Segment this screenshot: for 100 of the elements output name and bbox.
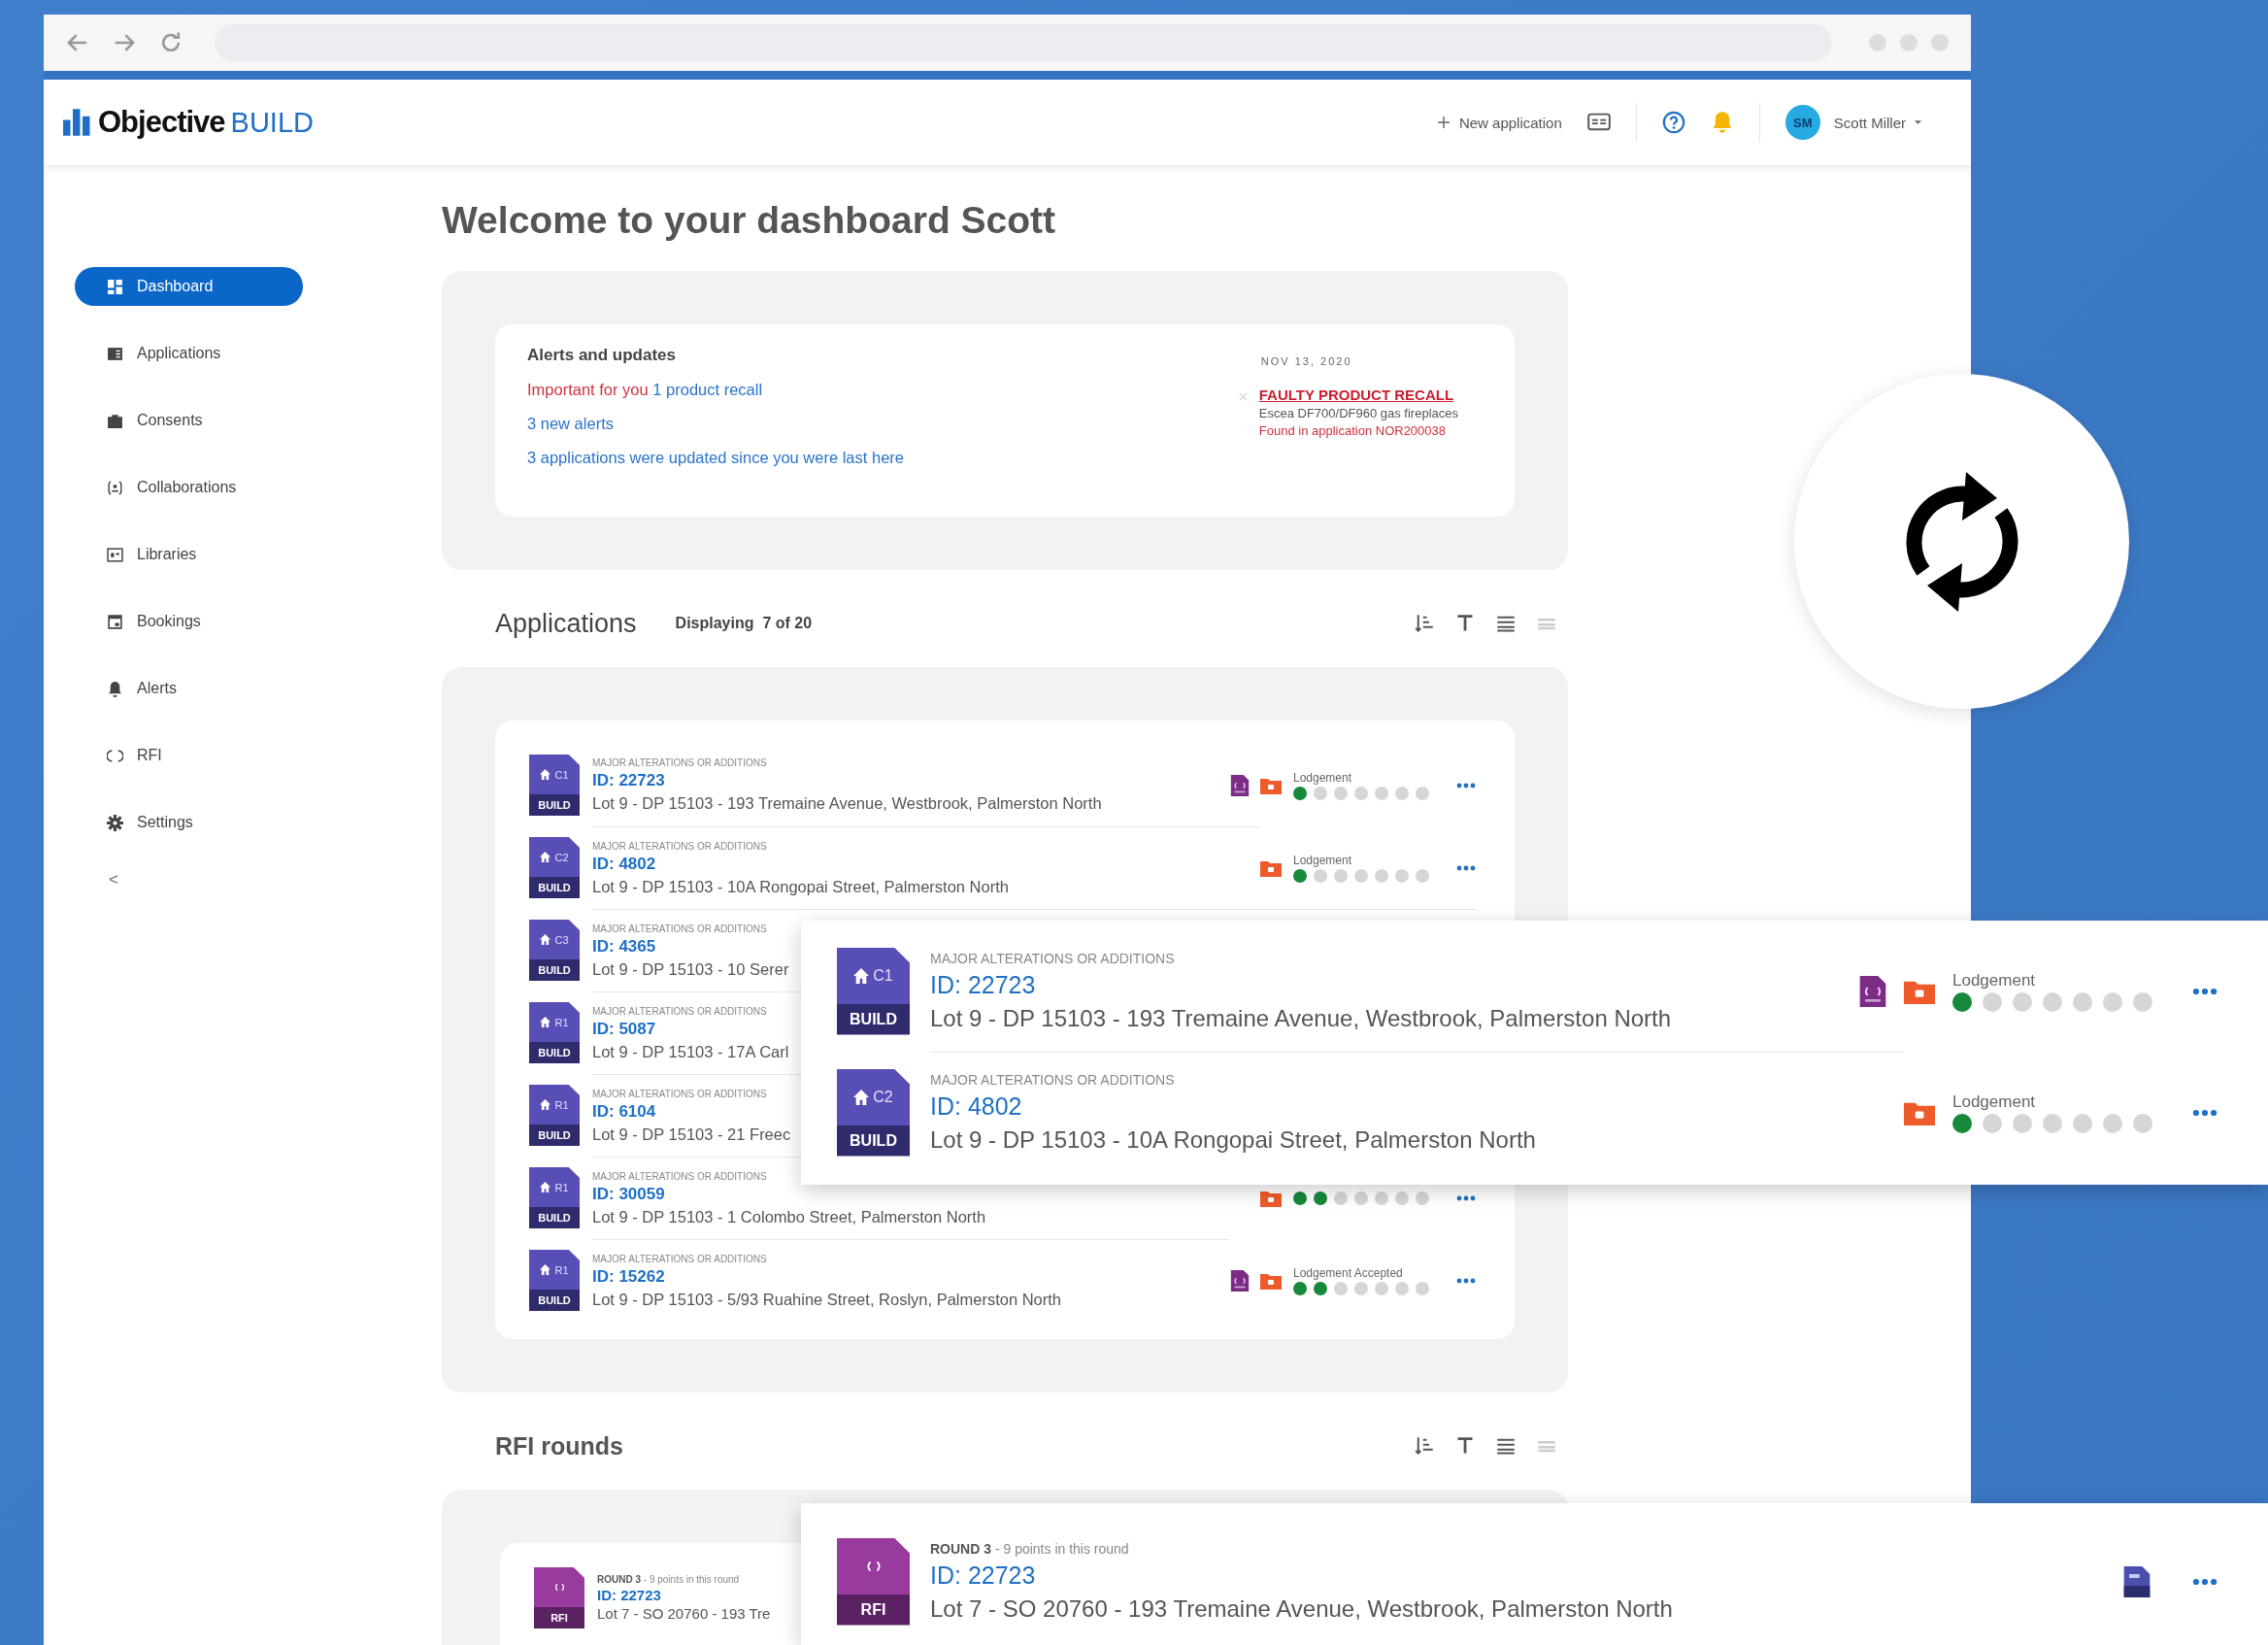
application-id-link[interactable]: ID: 4365 [592, 936, 656, 957]
more-options-icon[interactable] [1456, 782, 1476, 789]
sidebar-item[interactable]: Consents [75, 401, 303, 440]
filter-icon[interactable] [1455, 614, 1475, 633]
house-icon [853, 967, 870, 984]
sidebar-item[interactable]: Applications [75, 334, 303, 373]
application-id-link[interactable]: ID: 30059 [592, 1184, 665, 1204]
applications-heading: Applications [495, 608, 637, 639]
application-address: Lot 7 - SO 20760 - 193 Tre [597, 1605, 771, 1622]
alerts-title: Alerts and updates [527, 346, 678, 365]
rfi-icon [107, 747, 123, 764]
house-icon [540, 1099, 551, 1110]
application-category: MAJOR ALTERATIONS OR ADDITIONS [592, 757, 767, 768]
badge-label: BUILD [849, 1130, 898, 1151]
application-address: Lot 9 - DP 15103 - 21 Freec [592, 1125, 791, 1144]
application-id-link[interactable]: ID: 6104 [592, 1101, 656, 1122]
build-document-icon [2121, 1565, 2152, 1597]
application-id-link[interactable]: ID: 22723 [592, 771, 665, 790]
application-id-link[interactable]: ID: 5087 [592, 1019, 656, 1039]
rfi-document-icon [1229, 1269, 1251, 1292]
list-view-icon[interactable] [1496, 614, 1516, 633]
recall-date: NOV 13, 2020 [1260, 355, 1353, 367]
recall-title-link[interactable]: FAULTY PRODUCT RECALL [1258, 386, 1458, 403]
badge-code: C1 [873, 966, 893, 985]
logo-bars-icon [63, 109, 92, 136]
badge-label: BUILD [537, 1293, 572, 1308]
application-category: MAJOR ALTERATIONS OR ADDITIONS [592, 840, 767, 852]
more-options-icon[interactable] [1456, 1194, 1476, 1201]
alert-link[interactable]: 3 new alerts [527, 415, 904, 433]
application-address: Lot 9 - DP 15103 - 5/93 Ruahine Street, Roslyn, Palmerston North [592, 1290, 1062, 1309]
application-id-link[interactable]: ID: 22723 [597, 1587, 661, 1603]
more-options-icon[interactable] [2192, 1577, 2218, 1586]
sidebar-item[interactable]: RFI [75, 736, 303, 775]
badge-label: RFI [859, 1599, 887, 1620]
more-options-icon[interactable] [1456, 864, 1476, 871]
application-address: Lot 9 - DP 15103 - 193 Tremaine Avenue, Westbrook, Palmerston North [930, 1004, 1672, 1032]
collapse-sidebar-button[interactable]: < [109, 870, 118, 890]
badge-label: BUILD [537, 963, 572, 978]
sidebar-item[interactable]: Dashboard [75, 267, 303, 306]
status-label: Lodgement [1293, 770, 1353, 785]
more-options-icon[interactable] [2192, 987, 2218, 995]
application-address: Lot 7 - SO 20760 - 193 Tremaine Avenue, Westbrook, Palmerston North [930, 1595, 1673, 1623]
filter-icon[interactable] [1455, 1436, 1475, 1456]
application-id-link[interactable]: ID: 15262 [592, 1266, 665, 1287]
help-icon[interactable] [1661, 111, 1685, 134]
sidebar-item[interactable]: Libraries [75, 535, 303, 574]
sidebar-item[interactable]: Settings [75, 803, 303, 842]
application-id-link[interactable]: ID: 4802 [592, 854, 656, 874]
application-address: Lot 9 - DP 15103 - 10A Rongopai Street, Palmerston North [930, 1126, 1536, 1154]
badge-code: R1 [554, 1181, 569, 1193]
badge-label: RFI [550, 1611, 569, 1626]
user-avatar[interactable]: SM [1784, 105, 1820, 140]
application-id-link[interactable]: ID: 22723 [930, 1561, 1036, 1590]
application-address: Lot 9 - DP 15103 - 10 Serer [592, 959, 789, 979]
application-category: MAJOR ALTERATIONS OR ADDITIONS [592, 1088, 767, 1099]
application-category: MAJOR ALTERATIONS OR ADDITIONS [592, 1170, 767, 1182]
status-label: Lodgement Accepted [1293, 1265, 1404, 1280]
house-icon [540, 1182, 551, 1192]
rfi-rounds-heading: RFI rounds [495, 1431, 623, 1460]
plus-icon [1437, 117, 1450, 128]
badge-label: BUILD [537, 798, 572, 813]
bookings-icon [107, 613, 123, 630]
sidebar-item[interactable]: Bookings [75, 602, 303, 641]
more-options-icon[interactable] [2192, 1108, 2218, 1117]
displaying-count: Displaying 7 of 20 [675, 615, 813, 632]
badge-label: BUILD [537, 1211, 572, 1225]
house-icon [540, 852, 551, 862]
badge-code: C3 [554, 933, 569, 946]
user-menu-button[interactable]: Scott Miller [1833, 114, 1922, 131]
logo-wordmark: Objective [98, 105, 225, 140]
alert-link[interactable]: Important for you 1 product recall [527, 381, 904, 399]
more-options-icon[interactable] [1456, 1277, 1476, 1284]
badge-label: BUILD [849, 1009, 898, 1029]
application-id-link[interactable]: ID: 22723 [930, 970, 1036, 999]
badge-label: BUILD [537, 881, 572, 895]
caret-icon [1914, 119, 1922, 125]
recall-application: Found in application NOR200038 [1258, 423, 1448, 438]
list-view-icon[interactable] [1496, 1436, 1516, 1456]
application-category: MAJOR ALTERATIONS OR ADDITIONS [592, 1253, 767, 1264]
rfi-icon [553, 1582, 565, 1593]
application-category: MAJOR ALTERATIONS OR ADDITIONS [592, 1005, 767, 1017]
application-id-link[interactable]: ID: 4802 [930, 1092, 1022, 1121]
sort-icon[interactable] [1415, 1436, 1434, 1456]
status-label: Lodgement [1952, 1091, 2037, 1112]
badge-code: C2 [873, 1088, 893, 1106]
rfi-document-icon [1229, 774, 1251, 796]
badge-code: R1 [554, 1016, 569, 1028]
settings-icon [107, 814, 123, 831]
new-application-button[interactable]: New application [1437, 114, 1562, 131]
sort-icon[interactable] [1415, 614, 1434, 633]
house-icon [540, 934, 551, 945]
logo-product-name: BUILD [230, 107, 314, 139]
alert-link[interactable]: 3 applications were updated since you were last here [527, 449, 904, 467]
consents-icon [107, 412, 123, 429]
sidebar-item[interactable]: Collaborations [75, 468, 303, 507]
sidebar-item[interactable]: Alerts [75, 669, 303, 708]
application-category: MAJOR ALTERATIONS OR ADDITIONS [592, 923, 767, 934]
status-label: Lodgement [1952, 970, 2037, 990]
rfi-round-summary: ROUND 3 - 9 points in this round [597, 1574, 740, 1585]
dashboard-icon [107, 278, 123, 295]
